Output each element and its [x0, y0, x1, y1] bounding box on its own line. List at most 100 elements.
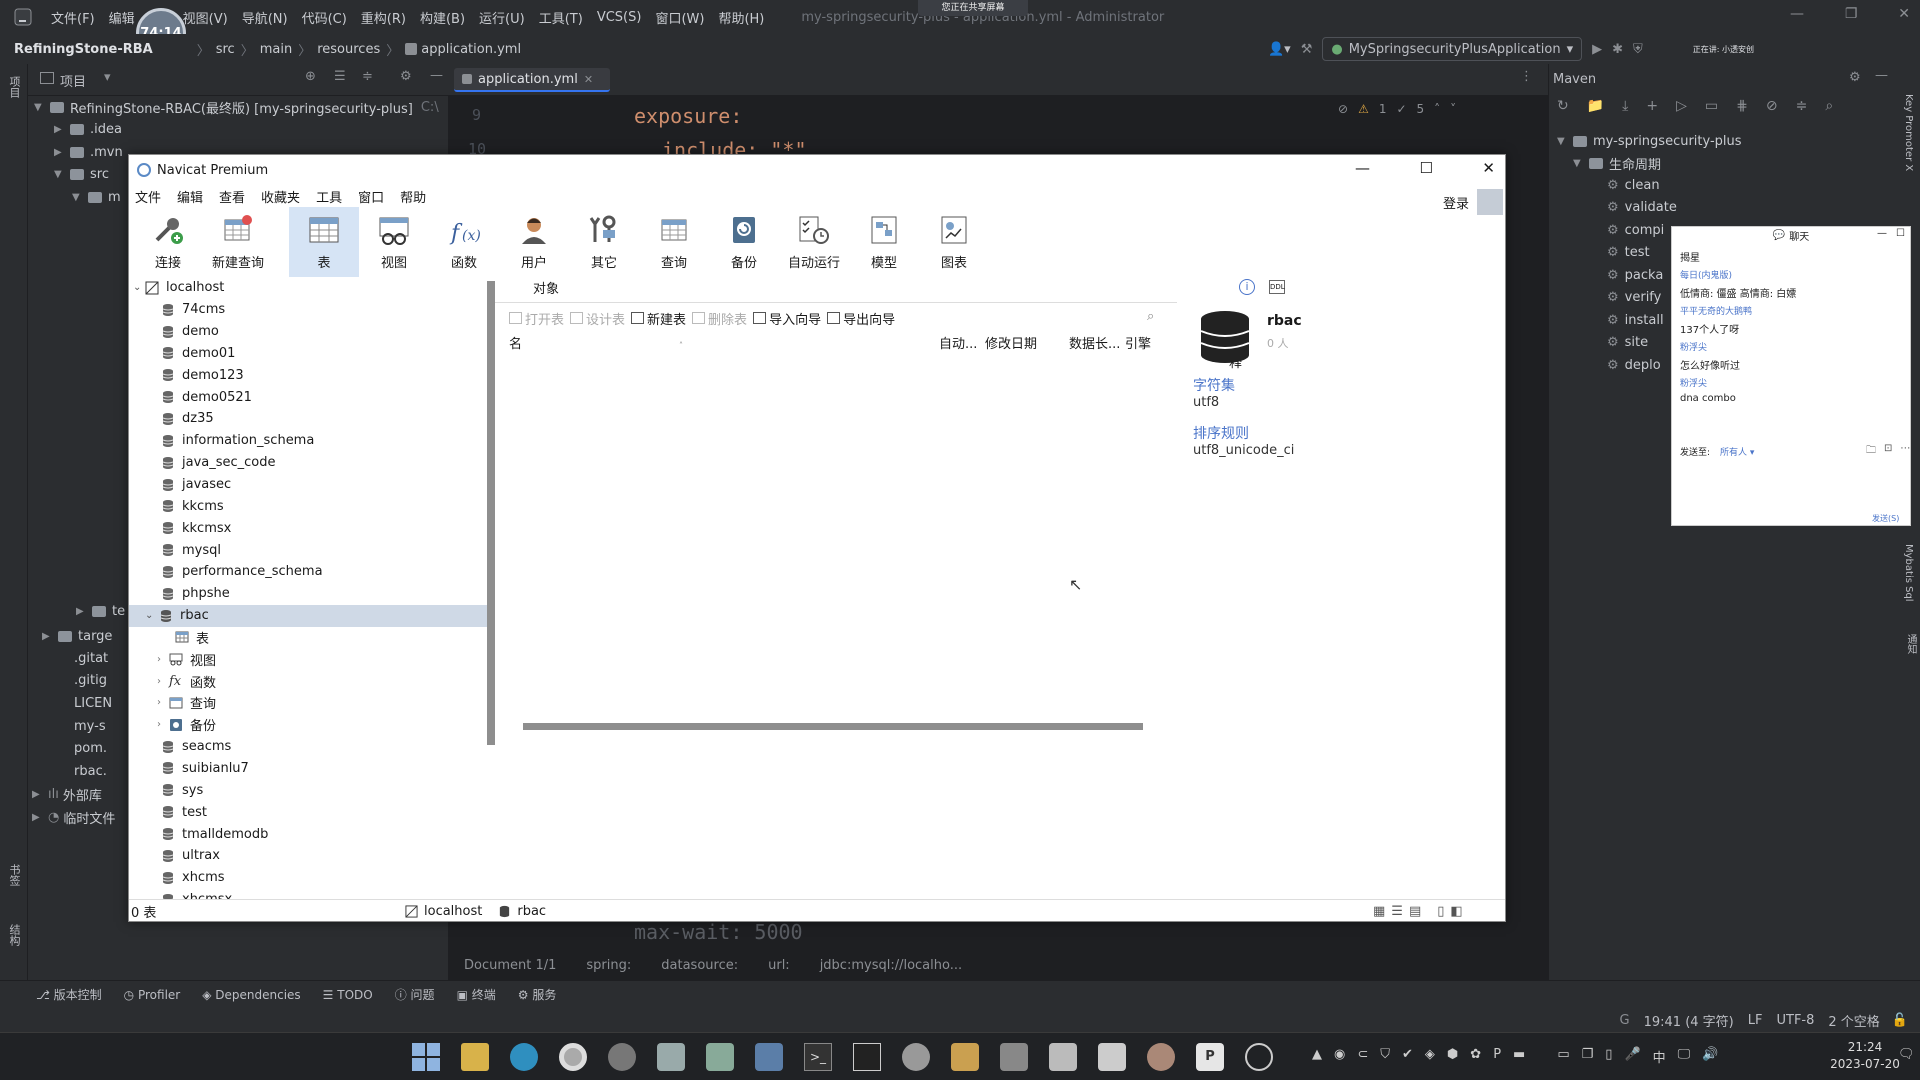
- menu-run[interactable]: 运行(U): [472, 8, 532, 27]
- tree-item-gitignore[interactable]: .gitig: [74, 669, 107, 692]
- tool-automation[interactable]: 自动运行: [779, 207, 849, 277]
- dependencies-tab[interactable]: ◈ Dependencies: [202, 988, 300, 1002]
- database-item[interactable]: demo: [129, 321, 491, 343]
- tree-item-idea[interactable]: ▶ .idea: [28, 119, 448, 142]
- database-item[interactable]: java_sec_code: [129, 452, 491, 474]
- database-item[interactable]: dz35: [129, 408, 491, 430]
- screen-share-banner[interactable]: 您正在共享屏幕: [918, 0, 1028, 16]
- tray-icon[interactable]: ❐: [1582, 1047, 1594, 1066]
- database-item[interactable]: kkcms: [129, 495, 491, 517]
- start-icon[interactable]: [412, 1043, 440, 1071]
- tray-icon[interactable]: ⊂: [1357, 1047, 1368, 1066]
- breadcrumb-url[interactable]: url:: [768, 958, 790, 973]
- tree-item-my-s[interactable]: my-s: [74, 715, 106, 738]
- battery-icon[interactable]: ▯: [1605, 1047, 1612, 1066]
- chrome-icon[interactable]: [559, 1043, 587, 1071]
- rbac-backups-node[interactable]: › 备份: [129, 714, 491, 736]
- expand-all-icon[interactable]: ☰: [334, 69, 346, 84]
- column-engine[interactable]: 引擎: [1125, 333, 1151, 352]
- breadcrumb-file[interactable]: application.yml: [421, 42, 521, 57]
- folder-icon[interactable]: 📁: [1587, 98, 1604, 114]
- chat-titlebar[interactable]: 💬 聊天 — ☐: [1672, 227, 1910, 243]
- database-item[interactable]: demo01: [129, 343, 491, 365]
- toggle-offline-icon[interactable]: ⋕: [1736, 98, 1748, 114]
- more-icon[interactable]: ⋯: [1900, 443, 1910, 460]
- send-button[interactable]: 发送(S): [1872, 513, 1899, 524]
- tree-item-pom[interactable]: pom.: [74, 737, 107, 760]
- database-item[interactable]: demo0521: [129, 386, 491, 408]
- menu-vcs[interactable]: VCS(S): [590, 10, 649, 25]
- tool-chart[interactable]: 图表: [919, 207, 989, 277]
- mybatis-sql-label[interactable]: Mybatis Sql: [1903, 544, 1914, 602]
- navicat-titlebar[interactable]: Navicat Premium — ☐ ✕: [129, 155, 1505, 185]
- database-item[interactable]: xhcmsx: [129, 889, 491, 899]
- app-icon[interactable]: [902, 1043, 930, 1071]
- chevron-up-icon[interactable]: ˄: [1434, 102, 1440, 116]
- ime-indicator[interactable]: 中: [1653, 1047, 1666, 1066]
- git-icon[interactable]: G: [1620, 1013, 1630, 1028]
- minimize-button[interactable]: —: [1877, 228, 1887, 239]
- ddl-icon[interactable]: DDL: [1269, 280, 1285, 294]
- database-item[interactable]: information_schema: [129, 430, 491, 452]
- add-icon[interactable]: +: [1646, 98, 1658, 114]
- app-icon[interactable]: [755, 1043, 783, 1071]
- close-icon[interactable]: ✕: [584, 73, 593, 86]
- tray-icon[interactable]: ◈: [1425, 1047, 1435, 1066]
- problems-tab[interactable]: ⓘ 问题: [395, 986, 435, 1003]
- collapse-all-icon[interactable]: ≑: [362, 69, 373, 84]
- microphone-icon[interactable]: 🎤: [1624, 1047, 1640, 1066]
- nv-menu-file[interactable]: 文件: [129, 187, 171, 206]
- database-item[interactable]: test: [129, 801, 491, 823]
- file-encoding[interactable]: UTF-8: [1777, 1013, 1815, 1028]
- shield-icon[interactable]: ⛉: [1380, 1047, 1390, 1066]
- tray-icon[interactable]: ◉: [1334, 1047, 1345, 1066]
- execute-goal-icon[interactable]: ▭: [1705, 98, 1718, 114]
- database-item[interactable]: sys: [129, 779, 491, 801]
- todo-tab[interactable]: ☰ TODO: [323, 988, 373, 1002]
- tray-icon[interactable]: ▲: [1312, 1047, 1322, 1066]
- app-icon[interactable]: [608, 1043, 636, 1071]
- tool-function[interactable]: f (x) 函数: [429, 207, 499, 277]
- rbac-queries-node[interactable]: › 查询: [129, 692, 491, 714]
- indent-setting[interactable]: 2 个空格: [1828, 1011, 1879, 1030]
- maven-lifecycle[interactable]: ▼ 生命周期: [1573, 152, 1661, 175]
- info-icon[interactable]: i: [1239, 279, 1255, 295]
- database-item[interactable]: performance_schema: [129, 561, 491, 583]
- chevron-down-icon[interactable]: ▾: [104, 70, 111, 85]
- database-item[interactable]: tmalldemodb: [129, 823, 491, 845]
- screenshot-icon[interactable]: ⊡: [1884, 443, 1892, 460]
- menu-help[interactable]: 帮助(H): [711, 8, 771, 27]
- collapse-icon[interactable]: ≑: [1796, 98, 1808, 114]
- app-icon[interactable]: [1245, 1043, 1273, 1071]
- menu-tools[interactable]: 工具(T): [532, 8, 590, 27]
- services-tab[interactable]: ⚙ 服务: [518, 986, 557, 1003]
- menu-window[interactable]: 窗口(W): [648, 8, 711, 27]
- rbac-views-node[interactable]: › 视图: [129, 648, 491, 670]
- ide-minimize-button[interactable]: —: [1790, 6, 1804, 26]
- volume-icon[interactable]: 🔊: [1702, 1047, 1718, 1066]
- connection-localhost[interactable]: ⌄ localhost: [129, 277, 491, 299]
- database-item[interactable]: kkcmsx: [129, 517, 491, 539]
- breadcrumb-datasource[interactable]: datasource:: [661, 958, 738, 973]
- tree-item-rbac[interactable]: rbac.: [74, 760, 107, 783]
- taskbar-clock[interactable]: 21:24 2023-07-20: [1830, 1039, 1900, 1073]
- project-panel-title[interactable]: 项目: [60, 71, 86, 90]
- column-modified-date[interactable]: 修改日期: [985, 333, 1037, 352]
- chevron-down-icon[interactable]: ˅: [1450, 102, 1456, 116]
- locate-icon[interactable]: ⊕: [305, 69, 316, 84]
- download-icon[interactable]: ⤓: [1622, 98, 1628, 114]
- reload-icon[interactable]: ↻: [1557, 98, 1569, 114]
- coverage-icon[interactable]: ⛨: [1633, 42, 1643, 57]
- tray-icon[interactable]: P: [1493, 1047, 1501, 1066]
- database-rbac[interactable]: ⌄ rbac: [129, 604, 491, 627]
- nv-menu-view[interactable]: 查看: [213, 187, 255, 206]
- column-name[interactable]: 名: [509, 333, 522, 352]
- terminal-tab[interactable]: ▣ 终端: [457, 986, 496, 1003]
- tray-icon[interactable]: ⬢: [1447, 1047, 1458, 1066]
- tool-view[interactable]: 视图: [359, 207, 429, 277]
- project-panel-icon[interactable]: [40, 72, 54, 84]
- gear-icon[interactable]: ⚙: [1849, 70, 1861, 85]
- project-name[interactable]: RefiningStone-RBA: [14, 42, 153, 57]
- tool-user[interactable]: 用户: [499, 207, 569, 277]
- menu-refactor[interactable]: 重构(R): [354, 8, 413, 27]
